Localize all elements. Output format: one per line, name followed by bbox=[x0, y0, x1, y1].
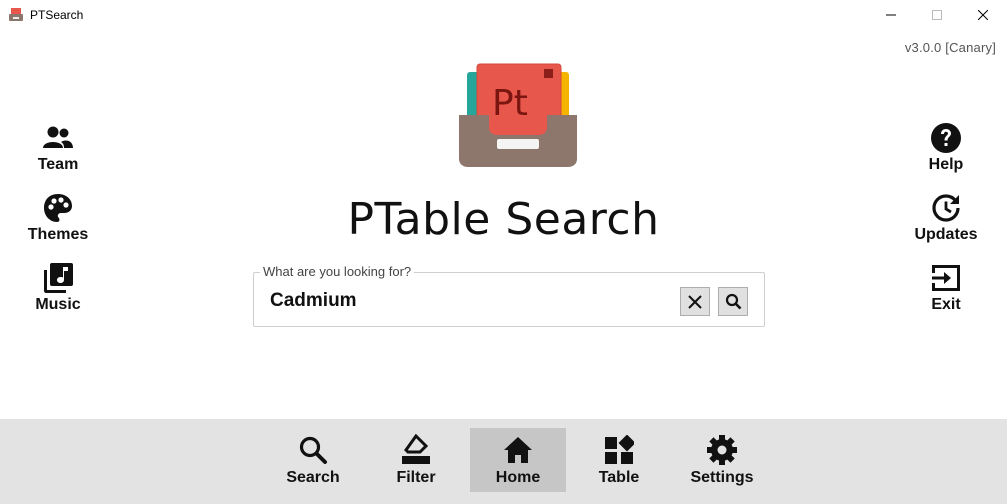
close-icon bbox=[688, 294, 702, 309]
home-icon bbox=[501, 433, 535, 467]
title-bar: PTSearch bbox=[0, 0, 1007, 30]
maximize-button[interactable] bbox=[914, 4, 960, 26]
window-title: PTSearch bbox=[30, 8, 84, 22]
music-button[interactable]: Music bbox=[13, 261, 103, 323]
help-label: Help bbox=[928, 156, 964, 173]
search-group: What are you looking for? bbox=[253, 264, 765, 327]
team-icon bbox=[41, 121, 75, 155]
search-icon bbox=[296, 433, 330, 467]
ptable-logo: Pt bbox=[459, 63, 577, 167]
music-library-icon bbox=[41, 261, 75, 295]
nav-table-label: Table bbox=[598, 469, 640, 486]
search-button[interactable] bbox=[718, 287, 748, 316]
exit-button[interactable]: Exit bbox=[901, 261, 991, 323]
close-icon bbox=[978, 10, 988, 20]
nav-settings[interactable]: Settings bbox=[674, 428, 770, 492]
help-button[interactable]: Help bbox=[901, 121, 991, 183]
exit-label: Exit bbox=[931, 296, 961, 313]
page-title: PTable Search bbox=[347, 194, 660, 245]
nav-filter[interactable]: Filter bbox=[368, 428, 464, 492]
search-legend: What are you looking for? bbox=[260, 264, 415, 279]
search-input[interactable] bbox=[270, 287, 670, 315]
maximize-icon bbox=[932, 10, 942, 20]
music-label: Music bbox=[35, 296, 81, 313]
close-button[interactable] bbox=[960, 4, 1006, 26]
nav-table[interactable]: Table bbox=[571, 428, 667, 492]
nav-filter-label: Filter bbox=[396, 469, 436, 486]
version-label: v3.0.0 [Canary] bbox=[904, 40, 996, 55]
clear-button[interactable] bbox=[680, 287, 710, 316]
gear-icon bbox=[705, 433, 739, 467]
filter-icon bbox=[399, 433, 433, 467]
app-icon bbox=[9, 8, 23, 21]
nav-search-label: Search bbox=[286, 469, 340, 486]
minimize-icon bbox=[886, 14, 896, 16]
nav-home-label: Home bbox=[495, 469, 541, 486]
search-icon bbox=[725, 293, 741, 310]
nav-search[interactable]: Search bbox=[265, 428, 361, 492]
bottom-navigation: Search Filter Home Table Settings bbox=[0, 419, 1007, 504]
logo-text: Pt bbox=[492, 83, 528, 124]
table-icon bbox=[602, 433, 636, 467]
help-icon bbox=[929, 121, 963, 155]
minimize-button[interactable] bbox=[868, 4, 914, 26]
team-label: Team bbox=[37, 156, 79, 173]
exit-icon bbox=[929, 261, 963, 295]
nav-settings-label: Settings bbox=[690, 469, 754, 486]
team-button[interactable]: Team bbox=[13, 121, 103, 183]
nav-home[interactable]: Home bbox=[470, 428, 566, 492]
